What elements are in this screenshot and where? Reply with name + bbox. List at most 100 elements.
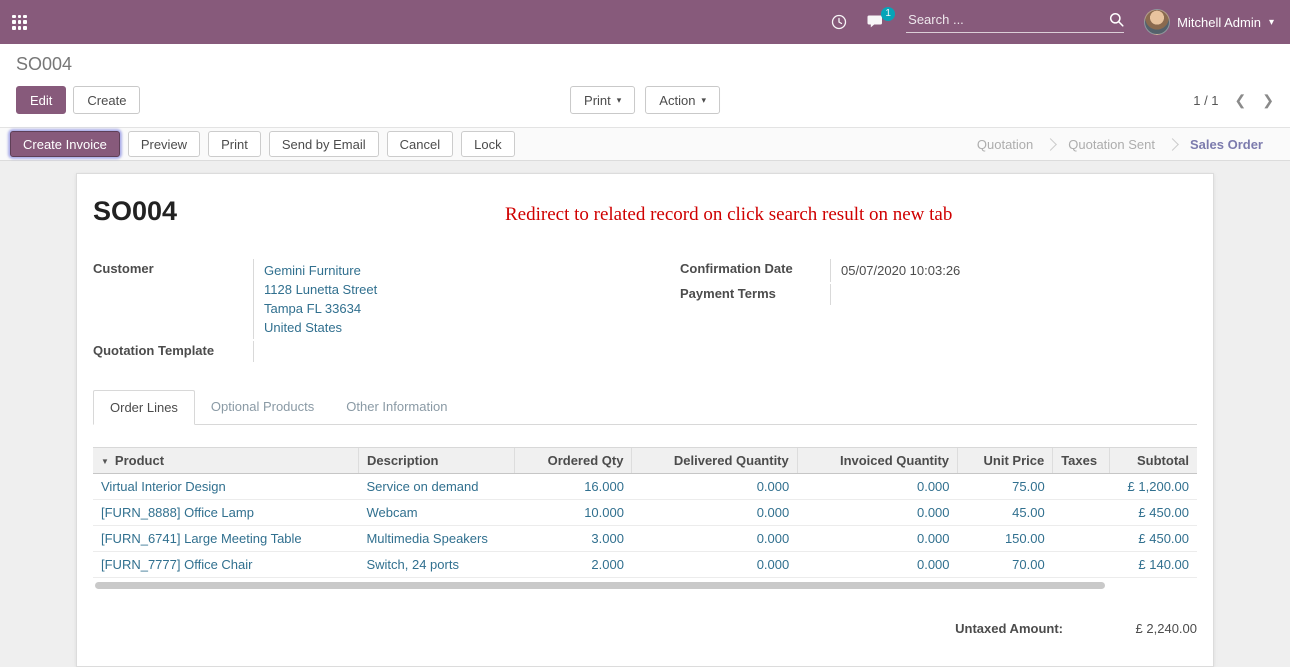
column-header-subtotal[interactable]: Subtotal: [1110, 448, 1197, 474]
status-step-quotation[interactable]: Quotation: [964, 137, 1046, 152]
untaxed-amount-label: Untaxed Amount:: [955, 621, 1063, 636]
cell-product: Virtual Interior Design: [93, 474, 358, 500]
column-header-product[interactable]: ▼ Product: [93, 448, 358, 474]
sort-caret-icon[interactable]: ▼: [101, 457, 109, 466]
pager-count: 1 / 1: [1193, 93, 1218, 108]
cell-unit-price: 45.00: [958, 500, 1053, 526]
customer-address-line[interactable]: Tampa FL 33634: [264, 299, 610, 318]
order-lines-body: Virtual Interior DesignService on demand…: [93, 474, 1197, 578]
customer-address-line[interactable]: United States: [264, 318, 610, 337]
confirmation-date-label: Confirmation Date: [680, 259, 830, 282]
cell-unit-price: 70.00: [958, 552, 1053, 578]
cell-taxes: [1053, 552, 1110, 578]
confirmation-date-value: 05/07/2020 10:03:26: [830, 259, 1197, 282]
customer-label: Customer: [93, 259, 253, 339]
quotation-template-value[interactable]: [253, 341, 610, 362]
create-invoice-button[interactable]: Create Invoice: [10, 131, 120, 157]
pager-next-icon[interactable]: ❯: [1262, 92, 1274, 109]
customer-address-line[interactable]: 1128 Lunetta Street: [264, 280, 610, 299]
control-panel: SO004 Edit Create Print ▾ Action ▾ 1 / 1…: [0, 44, 1290, 127]
annotation-text: Redirect to related record on click sear…: [505, 204, 952, 226]
cell-product: [FURN_7777] Office Chair: [93, 552, 358, 578]
cell-delivered-qty: 0.000: [632, 526, 797, 552]
quotation-template-label: Quotation Template: [93, 341, 253, 362]
cell-subtotal: £ 450.00: [1110, 526, 1197, 552]
column-header-delivered-quantity[interactable]: Delivered Quantity: [632, 448, 797, 474]
search-icon[interactable]: [1109, 12, 1124, 27]
cell-subtotal: £ 1,200.00: [1110, 474, 1197, 500]
table-row[interactable]: [FURN_6741] Large Meeting TableMultimedi…: [93, 526, 1197, 552]
top-navbar: 1 Mitchell Admin ▾: [0, 0, 1290, 44]
lock-button[interactable]: Lock: [461, 131, 514, 157]
action-dropdown[interactable]: Action ▾: [645, 86, 720, 114]
column-header-invoiced-quantity[interactable]: Invoiced Quantity: [797, 448, 957, 474]
table-row[interactable]: [FURN_8888] Office LampWebcam10.000 0.000…: [93, 500, 1197, 526]
tab-other-information[interactable]: Other Information: [330, 390, 463, 424]
cell-invoiced-qty: 0.000: [797, 500, 957, 526]
cell-taxes: [1053, 474, 1110, 500]
user-name: Mitchell Admin: [1177, 15, 1261, 30]
column-header-ordered-qty[interactable]: Ordered Qty: [515, 448, 632, 474]
horizontal-scrollbar[interactable]: [95, 582, 1105, 589]
tab-optional-products[interactable]: Optional Products: [195, 390, 330, 424]
cell-taxes: [1053, 526, 1110, 552]
cell-unit-price: 150.00: [958, 526, 1053, 552]
content-area: SO004 Redirect to related record on clic…: [0, 161, 1290, 667]
cell-taxes: [1053, 500, 1110, 526]
payment-terms-value[interactable]: [830, 284, 1197, 305]
message-count-badge: 1: [881, 7, 895, 21]
pager-previous-icon[interactable]: ❮: [1235, 92, 1247, 109]
create-button[interactable]: Create: [73, 86, 140, 114]
cell-invoiced-qty: 0.000: [797, 552, 957, 578]
cell-ordered-qty: 2.000: [515, 552, 632, 578]
cell-subtotal: £ 450.00: [1110, 500, 1197, 526]
print-dropdown[interactable]: Print ▾: [570, 86, 635, 114]
activities-clock-icon[interactable]: [831, 14, 847, 30]
action-label: Action: [659, 93, 695, 108]
cell-ordered-qty: 10.000: [515, 500, 632, 526]
table-row[interactable]: [FURN_7777] Office ChairSwitch, 24 ports…: [93, 552, 1197, 578]
chevron-down-icon: ▾: [1269, 17, 1274, 28]
cell-invoiced-qty: 0.000: [797, 474, 957, 500]
edit-button[interactable]: Edit: [16, 86, 66, 114]
cell-description: Webcam: [358, 500, 514, 526]
avatar: [1144, 9, 1170, 35]
search-input[interactable]: [906, 11, 1103, 28]
topbar-right: 1 Mitchell Admin ▾: [831, 9, 1274, 35]
status-step-quotation-sent[interactable]: Quotation Sent: [1055, 137, 1168, 152]
status-steps: Quotation Quotation Sent Sales Order: [964, 137, 1276, 152]
notebook-tabs: Order Lines Optional Products Other Info…: [93, 390, 1197, 425]
cancel-button[interactable]: Cancel: [387, 131, 453, 157]
record-buttons: Edit Create: [16, 86, 140, 114]
cell-product: [FURN_8888] Office Lamp: [93, 500, 358, 526]
breadcrumb: SO004: [16, 54, 1274, 75]
tab-order-lines[interactable]: Order Lines: [93, 390, 195, 425]
cell-description: Service on demand: [358, 474, 514, 500]
status-step-sales-order[interactable]: Sales Order: [1177, 137, 1276, 152]
print-button[interactable]: Print: [208, 131, 261, 157]
cell-ordered-qty: 3.000: [515, 526, 632, 552]
print-label: Print: [584, 93, 611, 108]
statusbar: Create Invoice Preview Print Send by Ema…: [0, 127, 1290, 161]
send-by-email-button[interactable]: Send by Email: [269, 131, 379, 157]
caret-down-icon: ▾: [701, 96, 706, 105]
header-label: Product: [115, 453, 164, 468]
apps-menu-icon[interactable]: [12, 15, 27, 30]
messages-icon[interactable]: 1: [867, 14, 886, 30]
cell-invoiced-qty: 0.000: [797, 526, 957, 552]
customer-link[interactable]: Gemini Furniture: [264, 261, 610, 280]
cell-ordered-qty: 16.000: [515, 474, 632, 500]
column-header-description[interactable]: Description: [358, 448, 514, 474]
untaxed-amount-value: £ 2,240.00: [1107, 621, 1197, 636]
cell-description: Multimedia Speakers: [358, 526, 514, 552]
table-row[interactable]: Virtual Interior DesignService on demand…: [93, 474, 1197, 500]
preview-button[interactable]: Preview: [128, 131, 200, 157]
column-header-taxes[interactable]: Taxes: [1053, 448, 1110, 474]
table-header-row: ▼ Product Description Ordered Qty Deliver…: [93, 448, 1197, 474]
payment-terms-label: Payment Terms: [680, 284, 830, 305]
column-header-unit-price[interactable]: Unit Price: [958, 448, 1053, 474]
global-search: [906, 11, 1124, 33]
user-menu[interactable]: Mitchell Admin ▾: [1144, 9, 1274, 35]
customer-value: Gemini Furniture 1128 Lunetta Street Tam…: [253, 259, 610, 339]
order-lines-table: ▼ Product Description Ordered Qty Deliver…: [93, 447, 1197, 578]
